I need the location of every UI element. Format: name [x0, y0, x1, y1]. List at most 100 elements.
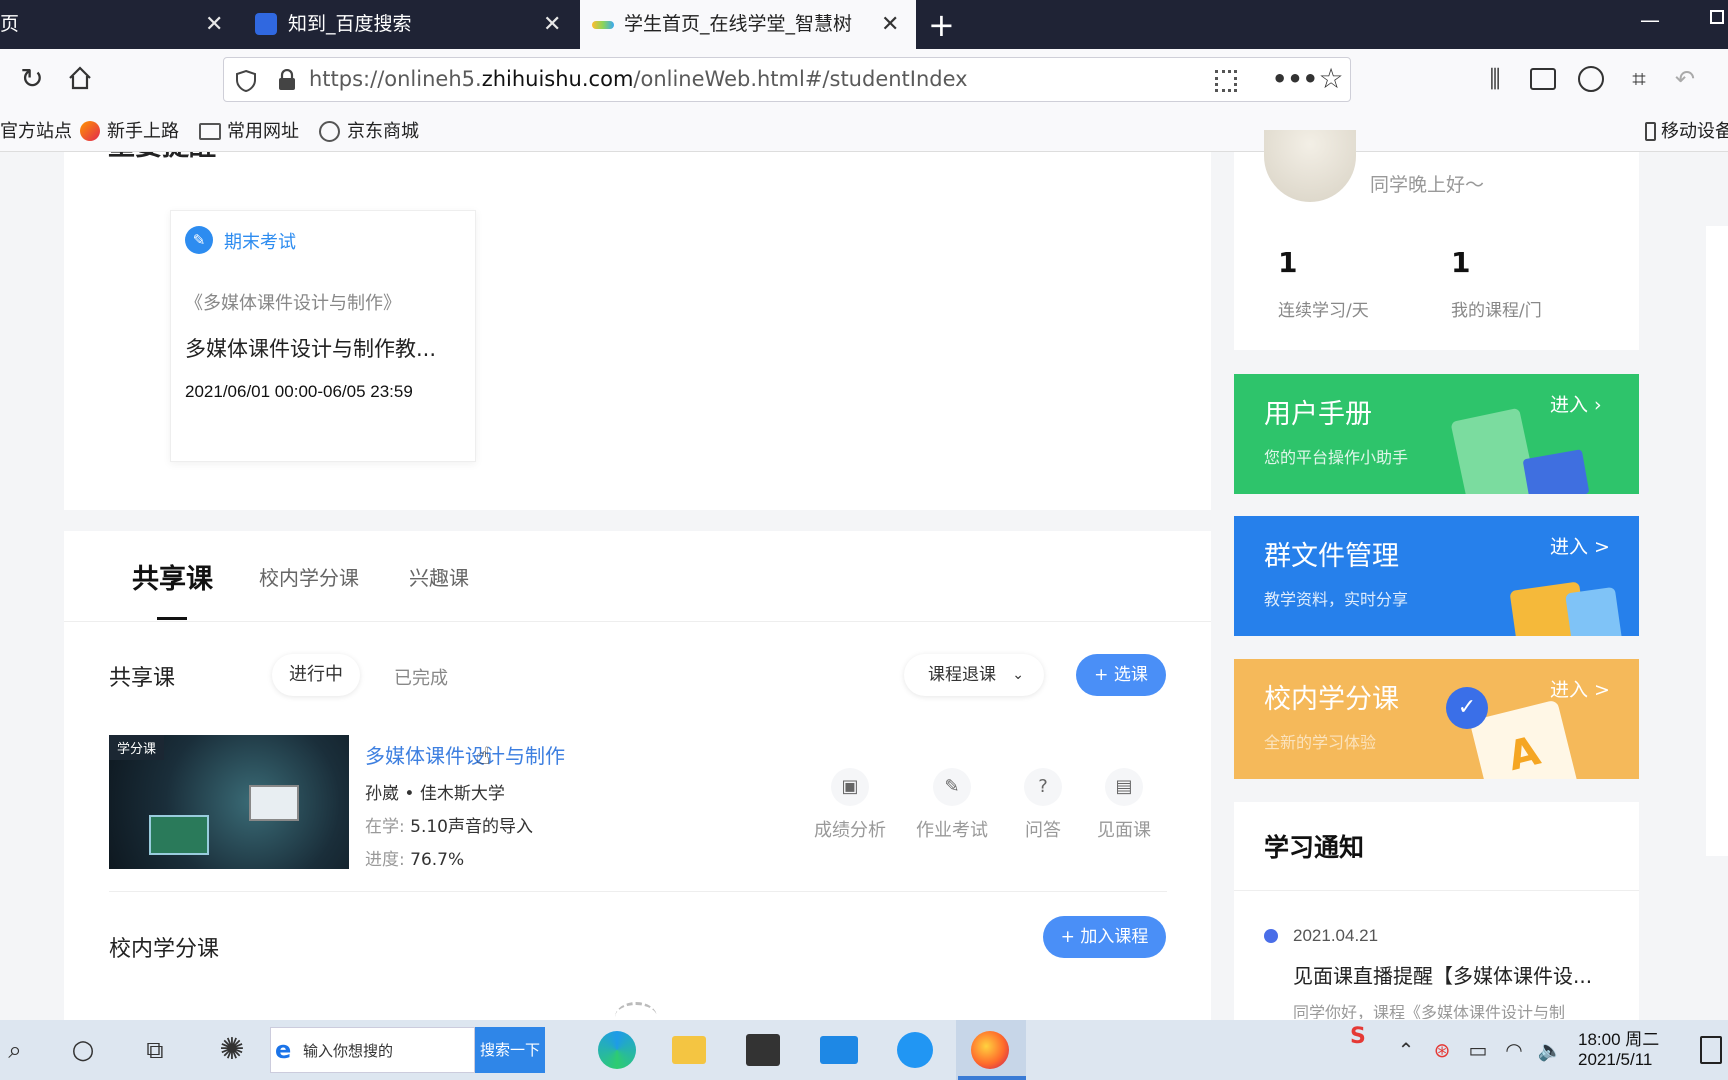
notification-icon[interactable]: [1700, 1036, 1722, 1064]
card-title: 用户手册: [1264, 399, 1372, 430]
enter-link[interactable]: 进入 >: [1550, 675, 1610, 702]
grade-analysis-button[interactable]: ▣ 成绩分析: [810, 768, 890, 842]
new-tab-button[interactable]: +: [928, 6, 955, 44]
campus-credit-card[interactable]: 校内学分课 全新的学习体验 进入 > A ✓: [1234, 659, 1639, 779]
volume-icon[interactable]: 🔈: [1536, 1020, 1564, 1080]
edge-icon[interactable]: [598, 1031, 636, 1069]
firefox-taskbar-icon[interactable]: [971, 1031, 1009, 1069]
home-icon[interactable]: [67, 65, 93, 91]
exam-tag: 期末考试: [224, 232, 296, 253]
filter-completed[interactable]: 已完成: [394, 664, 448, 690]
notice-title[interactable]: 见面课直播提醒【多媒体课件设...: [1293, 960, 1592, 989]
undo-icon[interactable]: ↶: [1670, 64, 1700, 94]
browser-tab-active[interactable]: 学生首页_在线学堂_智慧树 ✕: [580, 0, 916, 49]
stat-label: 连续学习/天: [1278, 301, 1369, 321]
bookmark-item[interactable]: 京东商城: [347, 111, 419, 152]
mail-icon[interactable]: [820, 1036, 858, 1064]
book-illustration: [1522, 449, 1590, 494]
battery-icon[interactable]: ▭: [1464, 1020, 1492, 1080]
campus-heading: 校内学分课: [109, 937, 220, 962]
file-explorer-icon[interactable]: [672, 1036, 706, 1064]
active-tab-indicator: [157, 617, 187, 620]
course-progress: 进度: 76.7%: [365, 850, 465, 870]
course-title-link[interactable]: 多媒体课件设计与制作: [365, 740, 565, 769]
folder-icon: [199, 123, 221, 140]
sogou-ime-icon[interactable]: S: [1350, 1024, 1366, 1049]
close-icon[interactable]: ✕: [205, 0, 223, 49]
action-label: 问答: [1025, 820, 1061, 841]
join-course-button[interactable]: + 加入课程: [1043, 916, 1166, 958]
active-indicator: [958, 1076, 1026, 1080]
divider: [109, 891, 1167, 892]
close-icon[interactable]: ✕: [881, 0, 899, 49]
tool-app-icon[interactable]: [897, 1032, 933, 1068]
user-manual-card[interactable]: 用户手册 您的平台操作小助手 进入 ›: [1234, 374, 1639, 494]
app-swirl-icon[interactable]: ✺: [212, 1020, 252, 1080]
account-icon[interactable]: [1578, 66, 1604, 92]
right-edge-panel: [1706, 226, 1728, 856]
meeting-class-button[interactable]: ▤ 见面课: [1084, 768, 1164, 842]
cortana-icon[interactable]: ○: [68, 1020, 98, 1080]
chart-graphic: [249, 785, 299, 821]
homework-exam-button[interactable]: ✎ 作业考试: [912, 768, 992, 842]
stat-value: 1: [1451, 246, 1471, 279]
sidebar-icon[interactable]: [1530, 68, 1556, 90]
screenshot-icon[interactable]: ⌗: [1624, 64, 1654, 94]
notice-date: 2021.04.21: [1293, 926, 1379, 945]
task-view-icon[interactable]: ⧉: [140, 1020, 170, 1080]
url-text[interactable]: https://onlineh5.zhihuishu.com/onlineWeb…: [309, 57, 968, 102]
bookmark-item[interactable]: 官方站点: [0, 111, 72, 152]
mobile-icon: [1645, 122, 1656, 141]
group-files-card[interactable]: 群文件管理 教学资料，实时分享 进入 >: [1234, 516, 1639, 636]
maximize-icon[interactable]: [1710, 10, 1724, 24]
tab-campus-course[interactable]: 校内学分课: [259, 562, 359, 591]
question-icon: ?: [1024, 768, 1062, 806]
search-icon[interactable]: ⌕: [0, 1020, 30, 1080]
browser-tab[interactable]: 知到_百度搜索 ✕: [242, 0, 578, 49]
qa-button[interactable]: ? 问答: [1003, 768, 1083, 842]
enter-link[interactable]: 进入 >: [1550, 532, 1610, 559]
close-icon[interactable]: ✕: [543, 0, 561, 49]
action-label: 见面课: [1097, 820, 1151, 841]
tab-shared-course[interactable]: 共享课: [132, 557, 213, 596]
bookmark-item[interactable]: 常用网址: [227, 111, 299, 152]
clock-time[interactable]: 18:00 周二: [1578, 1025, 1659, 1050]
card-subtitle: 全新的学习体验: [1264, 733, 1377, 752]
file-illustration: [1565, 586, 1623, 636]
lock-icon[interactable]: [278, 68, 296, 91]
action-label: 成绩分析: [814, 820, 886, 841]
filter-in-progress[interactable]: 进行中: [272, 654, 360, 696]
store-icon[interactable]: [746, 1034, 780, 1066]
edit-icon: ✎: [185, 226, 213, 254]
image-icon: ▣: [831, 768, 869, 806]
reload-icon[interactable]: ↻: [16, 64, 48, 94]
exam-time: 2021/06/01 00:00-06/05 23:59: [185, 382, 413, 401]
browser-tab[interactable]: 页 ✕: [0, 0, 240, 49]
tab-interest-course[interactable]: 兴趣课: [409, 562, 469, 591]
chevron-up-icon[interactable]: ⌃: [1392, 1020, 1420, 1080]
shield-icon[interactable]: [235, 69, 257, 93]
qr-code-icon[interactable]: [1215, 70, 1237, 92]
withdraw-dropdown[interactable]: 课程退课 ⌄: [904, 654, 1044, 696]
card-title: 校内学分课: [1264, 684, 1399, 715]
stat-label: 我的课程/门: [1451, 301, 1542, 321]
more-icon[interactable]: •••: [1272, 64, 1318, 94]
enter-link[interactable]: 进入 ›: [1550, 390, 1602, 417]
tray-app-icon[interactable]: ⊛: [1428, 1020, 1456, 1080]
course-current: 在学: 5.10声音的导入: [365, 817, 533, 837]
course-teacher: 孙崴 • 佳木斯大学: [365, 784, 505, 804]
check-icon: ✓: [1446, 687, 1488, 729]
mobile-bookmarks[interactable]: 移动设备: [1661, 111, 1728, 152]
taskbar-search-button[interactable]: 搜索一下: [475, 1027, 545, 1073]
minimize-icon[interactable]: —: [1640, 8, 1660, 32]
taskbar-search-input[interactable]: 输入你想搜的: [303, 1040, 393, 1061]
credit-badge: 学分课: [109, 735, 165, 760]
zhihuishu-favicon-icon: [592, 21, 614, 29]
bookmark-star-icon[interactable]: ☆: [1316, 64, 1346, 94]
clock-date[interactable]: 2021/5/11: [1578, 1050, 1652, 1070]
library-icon[interactable]: ⫼: [1480, 64, 1510, 94]
card-subtitle: 教学资料，实时分享: [1264, 590, 1409, 609]
bookmark-item[interactable]: 新手上路: [107, 111, 179, 152]
select-course-button[interactable]: + 选课: [1076, 654, 1166, 696]
wifi-icon[interactable]: ◠: [1500, 1020, 1528, 1080]
